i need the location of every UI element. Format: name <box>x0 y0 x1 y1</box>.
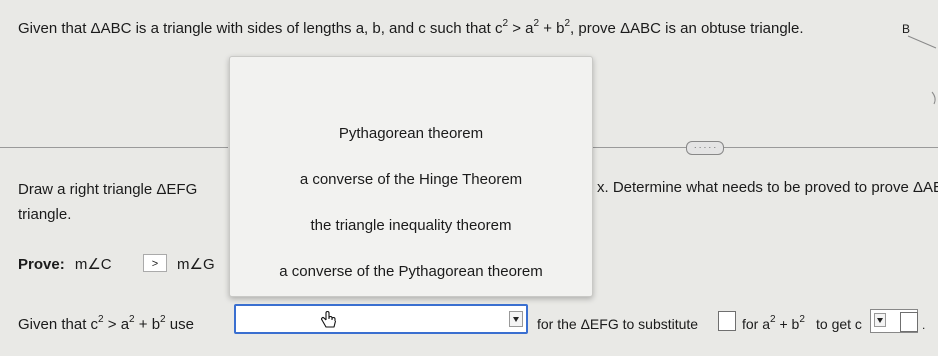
chevron-down-icon[interactable] <box>509 311 523 327</box>
period: . <box>922 318 926 332</box>
triangle-figure <box>907 35 937 105</box>
dropdown-options-popup: Pythagorean theorem a converse of the Hi… <box>229 56 593 297</box>
step1-text-left: Draw a right triangle ΔEFG <box>18 181 198 198</box>
answer-box-1[interactable] <box>718 311 736 331</box>
prove-line: Prove: m∠C <box>18 255 112 273</box>
expand-handle[interactable]: · · · · · <box>686 141 724 155</box>
step1-text-line2: triangle. <box>18 206 72 223</box>
divider-left <box>0 147 228 148</box>
prove-label: Prove: <box>18 256 65 273</box>
step2-for-text: for the ΔEFG to substitute <box>537 316 699 332</box>
prove-relation-select[interactable]: > <box>143 254 167 272</box>
hand-cursor-icon <box>321 311 337 328</box>
option-converse-hinge-theorem[interactable]: a converse of the Hinge Theorem <box>230 171 592 188</box>
option-pythagorean-theorem[interactable]: Pythagorean theorem <box>230 125 592 142</box>
option-triangle-inequality-theorem[interactable]: the triangle inequality theorem <box>230 217 592 234</box>
prove-left: m∠C <box>74 256 112 273</box>
chevron-down-icon[interactable] <box>874 313 886 327</box>
step2-substitute: for a2 + b2 <box>742 314 805 333</box>
step2-given: Given that c2 > a2 + b2 use <box>18 314 194 334</box>
prove-right: m∠G <box>177 256 215 273</box>
option-converse-pythagorean-theorem[interactable]: a converse of the Pythagorean theorem <box>230 263 592 280</box>
step1-text-right: x. Determine what needs to be proved to … <box>597 179 938 196</box>
question-text: Given that ΔABC is a triangle with sides… <box>18 18 804 38</box>
step2-to-get: to get c <box>816 316 862 332</box>
answer-box-2[interactable] <box>900 312 918 332</box>
divider-right <box>592 147 938 148</box>
theorem-dropdown[interactable] <box>234 304 528 334</box>
